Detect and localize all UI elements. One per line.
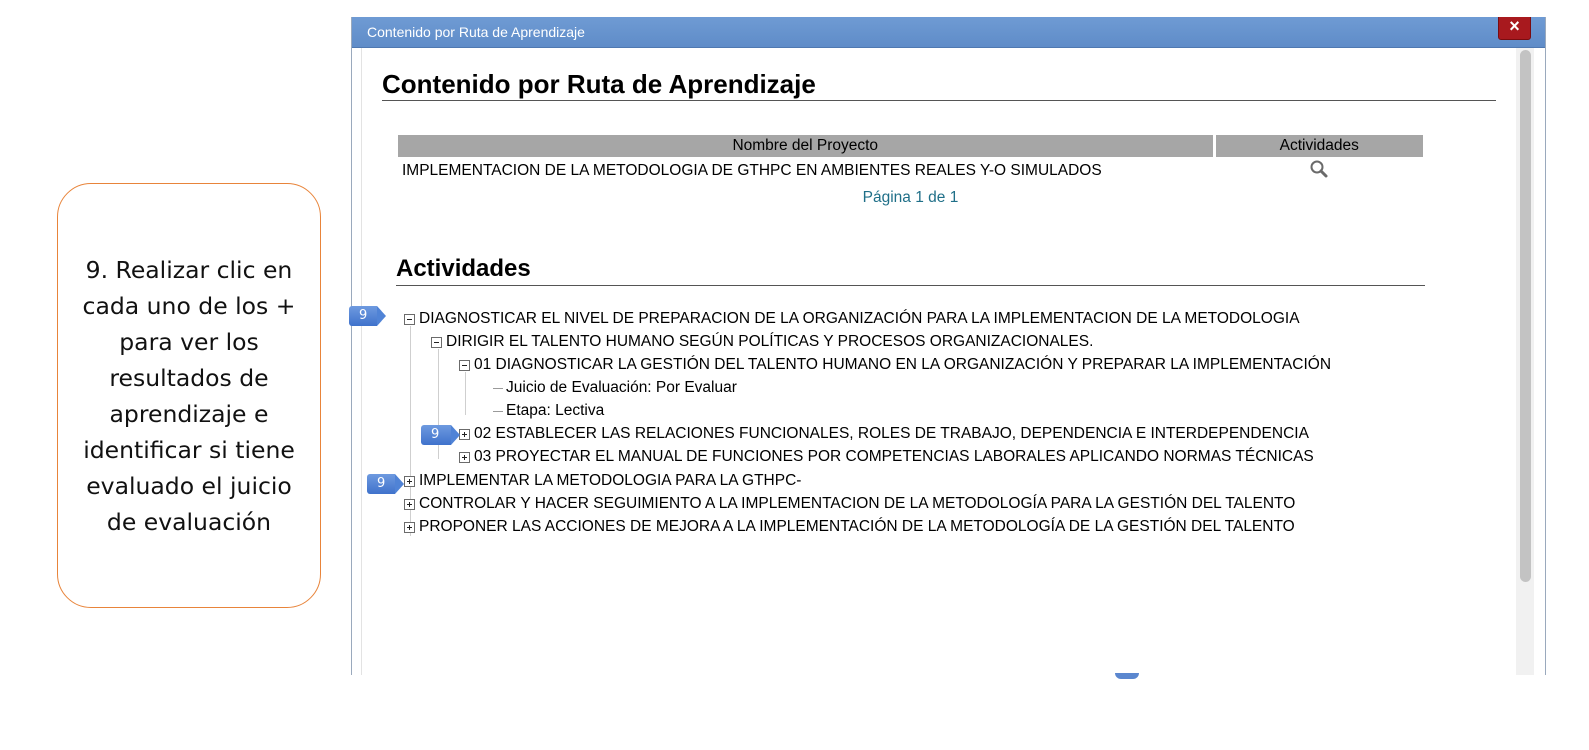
instruction-callout: 9. Realizar clic en cada uno de los + pa… (57, 183, 321, 608)
tree-item[interactable]: 01 DIAGNOSTICAR LA GESTIÓN DEL TALENTO H… (459, 355, 1412, 375)
expand-toggle-icon[interactable] (404, 521, 415, 533)
tree-item-label: 03 PROYECTAR EL MANUAL DE FUNCIONES POR … (474, 448, 1314, 465)
tree-connector (493, 410, 503, 412)
close-button[interactable]: × (1498, 17, 1531, 40)
tree-connector (493, 387, 503, 389)
tree-item[interactable]: CONTROLAR Y HACER SEGUIMIENTO A LA IMPLE… (404, 494, 1412, 514)
tree-item[interactable]: DIRIGIR EL TALENTO HUMANO SEGÚN POLÍTICA… (431, 332, 1412, 352)
tree-guide-line (465, 372, 466, 415)
collapse-toggle-icon[interactable] (431, 336, 442, 348)
scrollbar-thumb[interactable] (1520, 50, 1531, 582)
step-badge: 9 (367, 474, 404, 494)
tree-item-label: DIRIGIR EL TALENTO HUMANO SEGÚN POLÍTICA… (446, 333, 1094, 350)
evaluation-status: Juicio de Evaluación: Por Evaluar (506, 379, 737, 396)
partial-badge (1115, 673, 1139, 679)
tree-item-label: 02 ESTABLECER LAS RELACIONES FUNCIONALES… (474, 425, 1309, 442)
collapse-toggle-icon[interactable] (459, 359, 470, 371)
tree-item[interactable]: 02 ESTABLECER LAS RELACIONES FUNCIONALES… (459, 424, 1412, 444)
tree-item-label: DIAGNOSTICAR EL NIVEL DE PREPARACION DE … (419, 310, 1300, 327)
expand-toggle-icon[interactable] (459, 428, 470, 440)
tree-item[interactable]: IMPLEMENTAR LA METODOLOGIA PARA LA GTHPC… (404, 471, 1412, 491)
expand-toggle-icon[interactable] (459, 451, 470, 463)
tree-item[interactable]: PROPONER LAS ACCIONES DE MEJORA A LA IMP… (404, 517, 1412, 537)
stage-label: Etapa: Lectiva (506, 402, 605, 419)
activities-tree: DIAGNOSTICAR EL NIVEL DE PREPARACION DE … (352, 17, 1412, 675)
tree-leaf: Juicio de Evaluación: Por Evaluar (493, 378, 1412, 398)
collapse-toggle-icon[interactable] (404, 313, 415, 325)
instruction-text: 9. Realizar clic en cada uno de los + pa… (82, 255, 296, 536)
tree-item[interactable]: 03 PROYECTAR EL MANUAL DE FUNCIONES POR … (459, 447, 1412, 467)
content-modal: Contenido por Ruta de Aprendizaje × Cont… (351, 17, 1546, 675)
tree-item-label: PROPONER LAS ACCIONES DE MEJORA A LA IMP… (419, 518, 1295, 535)
tree-item-label: IMPLEMENTAR LA METODOLOGIA PARA LA GTHPC… (419, 472, 802, 489)
tree-leaf: Etapa: Lectiva (493, 401, 1412, 421)
expand-toggle-icon[interactable] (404, 475, 415, 487)
tree-item[interactable]: DIAGNOSTICAR EL NIVEL DE PREPARACION DE … (404, 309, 1412, 329)
step-badge: 9 (349, 306, 386, 326)
step-badge: 9 (421, 425, 460, 445)
expand-toggle-icon[interactable] (404, 498, 415, 510)
tree-item-label: CONTROLAR Y HACER SEGUIMIENTO A LA IMPLE… (419, 495, 1296, 512)
vertical-scrollbar[interactable] (1516, 48, 1534, 675)
tree-item-label: 01 DIAGNOSTICAR LA GESTIÓN DEL TALENTO H… (474, 356, 1332, 373)
